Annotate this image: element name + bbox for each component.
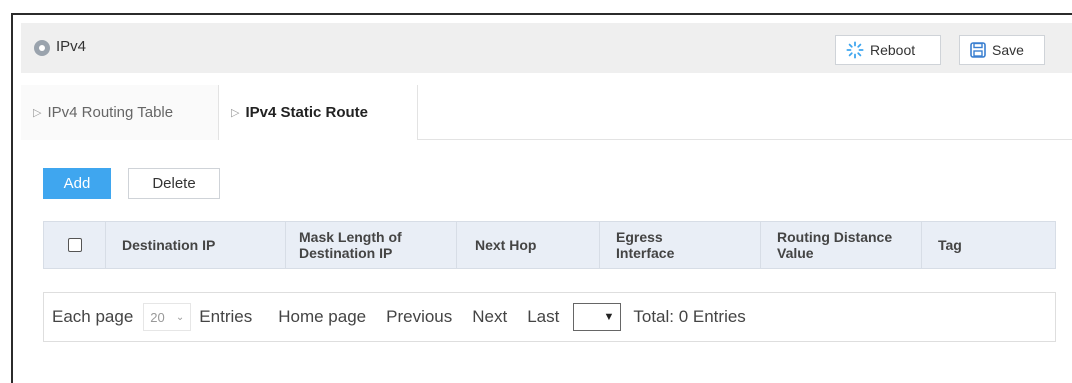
column-header-mask-length[interactable]: Mask Length of Destination IP <box>286 222 457 268</box>
main-panel: IPv4 Reboot Save ▷ IPv4 Routing Table ▷ … <box>11 13 1072 383</box>
delete-button[interactable]: Delete <box>128 168 220 199</box>
tab-label: IPv4 Routing Table <box>47 104 174 121</box>
title-bar: IPv4 Reboot Save <box>21 23 1072 73</box>
tab-bar: ▷ IPv4 Routing Table ▷ IPv4 Static Route <box>21 85 1072 140</box>
home-page-link[interactable]: Home page <box>278 307 366 327</box>
column-header-tag[interactable]: Tag <box>922 222 1055 268</box>
column-header-routing-distance[interactable]: Routing Distance Value <box>761 222 922 268</box>
column-header-next-hop[interactable]: Next Hop <box>457 222 600 268</box>
total-entries: Total: 0 Entries <box>633 307 746 326</box>
select-all-header <box>44 222 106 268</box>
chevron-down-icon: ⌄ <box>175 311 185 323</box>
previous-page-link[interactable]: Previous <box>386 307 452 327</box>
pagination-bar: Each page 20 ⌄ Entries Home page Previou… <box>43 292 1056 342</box>
column-header-egress-interface[interactable]: Egress Interface <box>600 222 761 268</box>
each-page-label: Each page <box>52 307 134 326</box>
last-page-link[interactable]: Last <box>527 307 559 327</box>
tab-label: IPv4 Static Route <box>245 104 369 121</box>
distance-label: Routing Distance Value <box>777 229 893 261</box>
tab-arrow-icon: ▷ <box>33 107 42 119</box>
save-label: Save <box>992 42 1024 58</box>
page-size-select[interactable]: 20 ⌄ <box>143 303 192 331</box>
page-jump-select[interactable]: ▼ <box>573 303 622 331</box>
add-button[interactable]: Add <box>43 168 111 199</box>
egress-label: Egress Interface <box>616 229 675 261</box>
tab-arrow-icon: ▷ <box>231 107 240 119</box>
reboot-button[interactable]: Reboot <box>835 35 941 65</box>
reboot-label: Reboot <box>870 42 916 58</box>
ipv4-icon <box>34 40 50 56</box>
page-size-value: 20 <box>150 309 165 325</box>
floppy-save-icon <box>970 42 986 58</box>
select-all-checkbox[interactable] <box>67 238 82 252</box>
tab-ipv4-routing-table[interactable]: ▷ IPv4 Routing Table <box>21 85 219 140</box>
column-header-destination-ip[interactable]: Destination IP <box>106 222 286 268</box>
tab-ipv4-static-route[interactable]: ▷ IPv4 Static Route <box>219 85 418 140</box>
page-title: IPv4 <box>56 38 87 55</box>
next-page-link[interactable]: Next <box>472 307 507 327</box>
entries-label: Entries <box>199 307 253 326</box>
reboot-icon <box>846 41 864 59</box>
save-button[interactable]: Save <box>959 35 1045 65</box>
chevron-down-icon: ▼ <box>603 311 615 323</box>
static-route-table: Destination IP Mask Length of Destinatio… <box>43 221 1056 269</box>
